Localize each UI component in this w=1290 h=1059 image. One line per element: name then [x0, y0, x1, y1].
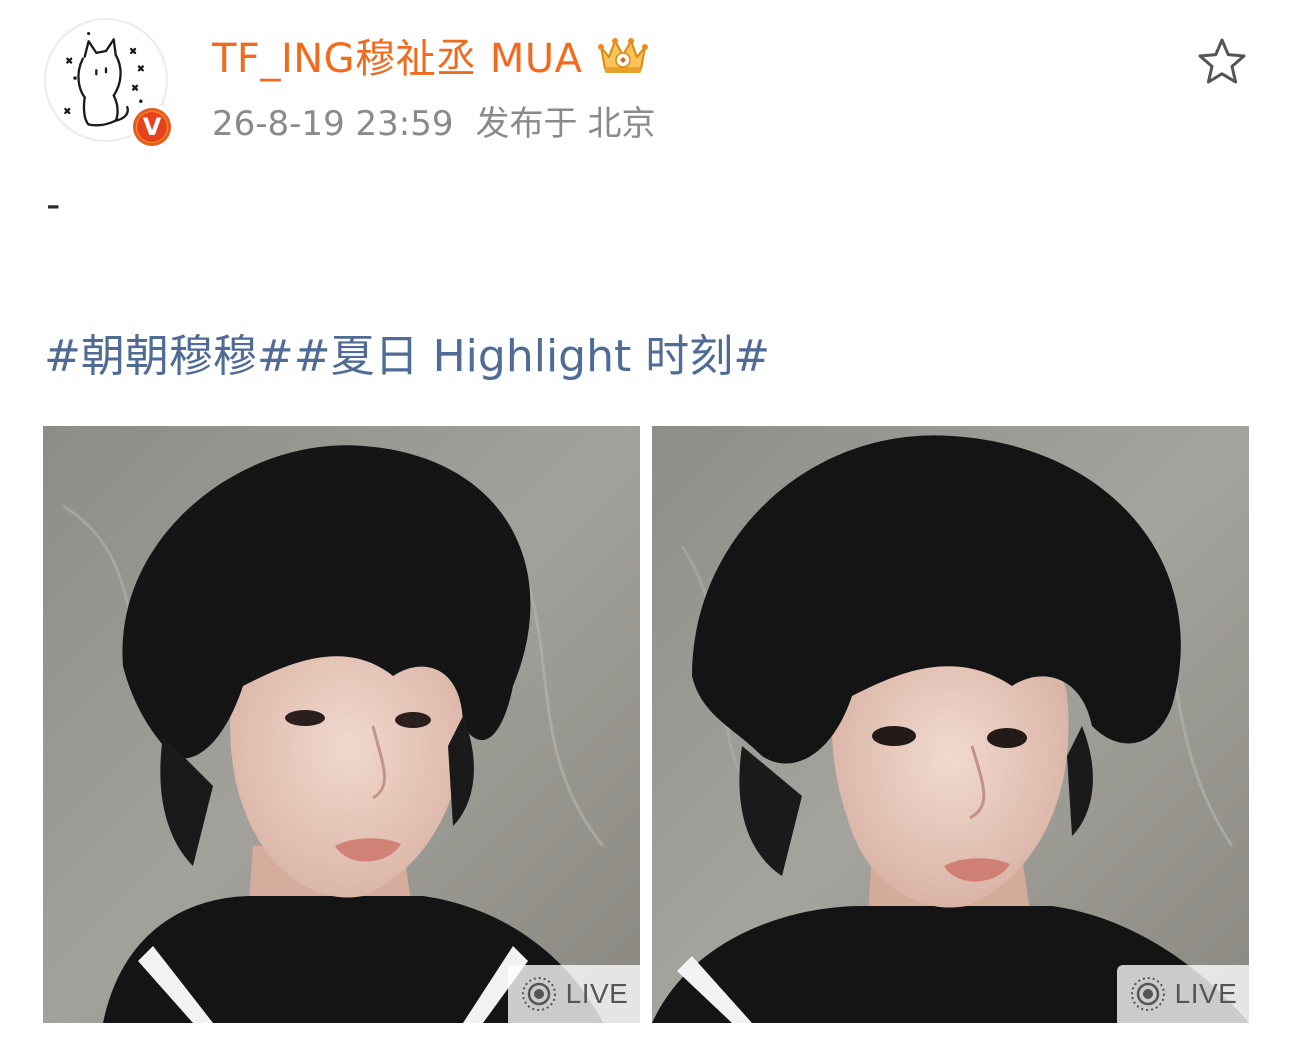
- portrait-photo-image: [652, 426, 1249, 1023]
- verified-label: V: [137, 112, 167, 142]
- hashtag-link[interactable]: #夏日 Highlight 时刻#: [294, 331, 770, 382]
- live-label: LIVE: [565, 978, 629, 1009]
- live-badge[interactable]: LIVE: [508, 965, 640, 1023]
- post-timestamp: 26-8-19 23:59: [212, 104, 454, 144]
- live-photo-icon: [1130, 977, 1165, 1011]
- author-username[interactable]: TF_ING穆祉丞 MUA: [212, 26, 583, 84]
- verified-v-icon: V: [133, 108, 171, 146]
- post-body-text: -: [46, 182, 61, 228]
- hashtag-link[interactable]: #朝朝穆穆#: [44, 331, 294, 382]
- crown-badge-icon[interactable]: [595, 33, 651, 77]
- post-meta: 26-8-19 23:59 发布于 北京: [212, 96, 656, 145]
- live-badge[interactable]: LIVE: [1117, 965, 1249, 1023]
- hashtag-line: #朝朝穆穆##夏日 Highlight 时刻#: [44, 320, 770, 384]
- author-row: TF_ING穆祉丞 MUA: [212, 30, 651, 82]
- verified-badge: V: [129, 104, 175, 150]
- weibo-post: V TF_ING穆祉丞 MUA 26-8-19 23:59 发布于 北京 - #朝朝…: [0, 0, 1290, 1059]
- portrait-photo-image: [43, 426, 640, 1023]
- live-label: LIVE: [1174, 978, 1238, 1009]
- star-outline-icon[interactable]: [1195, 35, 1249, 89]
- post-photo-2[interactable]: LIVE: [652, 426, 1249, 1023]
- post-photo-1[interactable]: LIVE: [43, 426, 640, 1023]
- post-location: 北京: [587, 104, 656, 144]
- published-label: 发布于: [475, 104, 578, 144]
- live-photo-icon: [521, 977, 556, 1011]
